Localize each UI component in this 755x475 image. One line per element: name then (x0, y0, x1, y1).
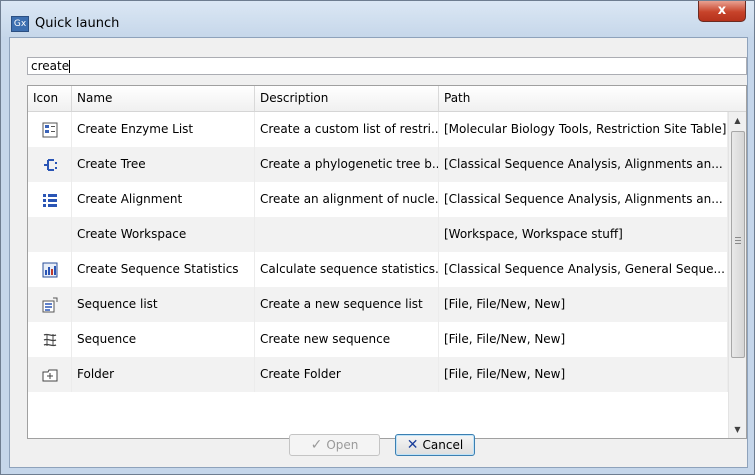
table-row[interactable]: Folder Create Folder [File, File/New, Ne… (28, 357, 728, 392)
row-name: Create Sequence Statistics (72, 252, 255, 287)
row-description: Create a phylogenetic tree b... (255, 147, 439, 182)
scrollbar-thumb[interactable] (731, 131, 745, 358)
table-row[interactable]: Create Enzyme List Create a custom list … (28, 112, 728, 147)
dialog-body: create Icon Name Description Path Create… (9, 37, 748, 468)
window-title: Quick launch (35, 16, 120, 31)
grip-icon (735, 237, 741, 238)
row-name: Create Workspace (72, 217, 255, 252)
table-row[interactable]: Create Alignment Create an alignment of … (28, 182, 728, 217)
row-path: [File, File/New, New] (439, 287, 728, 322)
open-button[interactable]: ✓ Open (289, 434, 380, 456)
table-row[interactable]: Sequence list Create a new sequence list… (28, 287, 728, 322)
table-row[interactable]: Create Workspace [Workspace, Workspace s… (28, 217, 728, 252)
search-input-value: create (31, 59, 70, 73)
table-row[interactable]: Create Sequence Statistics Calculate seq… (28, 252, 728, 287)
row-path: [Classical Sequence Analysis, Alignments… (439, 182, 728, 217)
title-bar[interactable]: Gx Quick launch x (1, 1, 754, 37)
scroll-up-arrow-icon[interactable]: ▲ (729, 112, 746, 129)
table-body: Create Enzyme List Create a custom list … (28, 112, 728, 392)
row-description (255, 217, 439, 252)
row-path: [Molecular Biology Tools, Restriction Si… (439, 112, 728, 147)
folder-icon (42, 369, 57, 381)
results-table: Icon Name Description Path Create Enzyme… (27, 85, 747, 439)
statistics-icon (42, 262, 57, 277)
open-button-label: Open (326, 438, 359, 452)
row-path: [File, File/New, New] (439, 322, 728, 357)
vertical-scrollbar[interactable]: ▲ ▼ (728, 112, 746, 438)
row-description: Create Folder (255, 357, 439, 392)
row-description: Create an alignment of nucle... (255, 182, 439, 217)
row-name: Create Alignment (72, 182, 255, 217)
sequence-icon (43, 333, 56, 346)
search-input[interactable]: create (27, 57, 747, 75)
row-name: Create Enzyme List (72, 112, 255, 147)
row-path: [Classical Sequence Analysis, Alignments… (439, 147, 728, 182)
table-row[interactable]: Create Tree Create a phylogenetic tree b… (28, 147, 728, 182)
row-path: [File, File/New, New] (439, 357, 728, 392)
checkmark-icon: ✓ (310, 437, 323, 453)
column-header-name[interactable]: Name (72, 86, 255, 111)
row-name: Folder (72, 357, 255, 392)
cancel-button[interactable]: ✕ Cancel (395, 434, 475, 456)
row-description: Create a new sequence list (255, 287, 439, 322)
cancel-x-icon: ✕ (406, 437, 419, 453)
row-description: Create new sequence (255, 322, 439, 357)
quick-launch-window: Gx Quick launch x create Icon Name Descr… (0, 0, 755, 475)
table-row[interactable]: Sequence Create new sequence [File, File… (28, 322, 728, 357)
enzyme-list-icon (42, 122, 57, 137)
cancel-button-label: Cancel (422, 438, 464, 452)
row-path: [Classical Sequence Analysis, General Se… (439, 252, 728, 287)
row-description: Create a custom list of restri... (255, 112, 439, 147)
row-name: Sequence (72, 322, 255, 357)
close-button[interactable]: x (698, 1, 746, 22)
scroll-down-arrow-icon[interactable]: ▼ (729, 421, 746, 438)
table-header: Icon Name Description Path (28, 86, 746, 112)
row-name: Sequence list (72, 287, 255, 322)
tree-icon (43, 158, 57, 171)
column-header-description[interactable]: Description (255, 86, 439, 111)
text-caret (69, 60, 71, 73)
row-path: [Workspace, Workspace stuff] (439, 217, 728, 252)
row-name: Create Tree (72, 147, 255, 182)
alignment-icon (42, 193, 57, 207)
app-icon: Gx (11, 16, 29, 32)
sequence-list-icon (42, 297, 57, 312)
column-header-icon[interactable]: Icon (28, 86, 72, 111)
row-description: Calculate sequence statistics... (255, 252, 439, 287)
column-header-path[interactable]: Path (439, 86, 746, 111)
